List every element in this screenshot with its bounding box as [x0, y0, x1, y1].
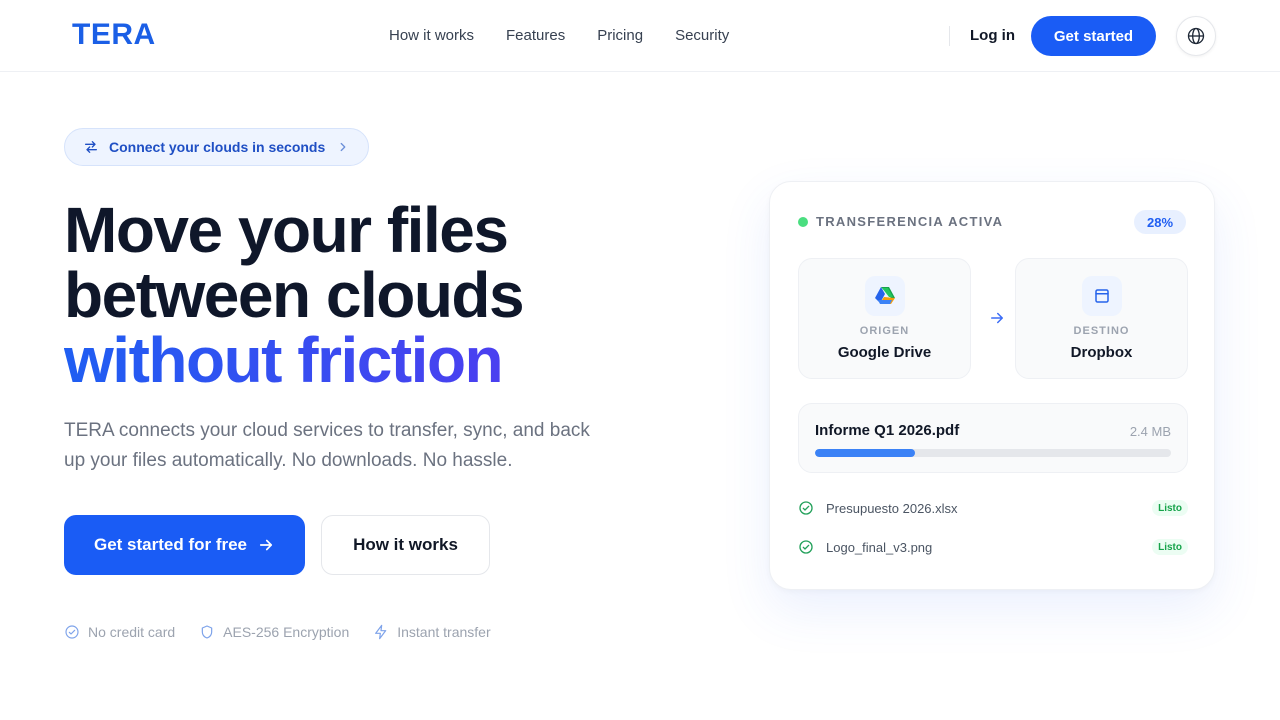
transfer-card: TRANSFERENCIA ACTIVA 28% ORIGEN Google D…: [769, 181, 1215, 590]
lightning-icon: [375, 624, 387, 640]
check-circle-icon: [65, 625, 79, 639]
destination-label: DESTINO: [1073, 325, 1130, 337]
status-badge: Listo: [1152, 500, 1188, 516]
nav-features[interactable]: Features: [506, 27, 565, 44]
progress-bar-fill: [815, 449, 915, 457]
check-circle-icon: [799, 501, 813, 515]
hero-subtitle: TERA connects your cloud services to tra…: [64, 420, 590, 471]
current-file: Informe Q1 2026.pdf 2.4 MB: [798, 403, 1188, 473]
destination-name: Dropbox: [1070, 344, 1133, 361]
site-header: TERA How it works Features Pricing Secur…: [0, 0, 1280, 72]
main-nav: How it works Features Pricing Security: [389, 27, 729, 44]
announcement-pill[interactable]: Connect your clouds in seconds: [64, 128, 369, 166]
swap-arrows-icon: [85, 141, 97, 153]
hero-title: Move your files between clouds without f…: [64, 198, 525, 396]
source-name: Google Drive: [837, 344, 932, 361]
destination-service: DESTINO Dropbox: [1015, 258, 1188, 379]
completed-file-name: Presupuesto 2026.xlsx: [826, 501, 958, 516]
get-started-free-button[interactable]: Get started for free: [64, 515, 305, 575]
hero-title-line1: Move your files: [64, 194, 509, 266]
source-service: ORIGEN Google Drive: [798, 258, 971, 379]
transfer-status: TRANSFERENCIA ACTIVA: [816, 214, 1004, 229]
current-file-name: Informe Q1 2026.pdf: [815, 422, 960, 439]
globe-icon: [1187, 27, 1205, 45]
announcement-text: Connect your clouds in seconds: [109, 139, 326, 155]
nav-pricing[interactable]: Pricing: [597, 27, 643, 44]
nav-security[interactable]: Security: [675, 27, 729, 44]
feature-label: AES-256 Encryption: [223, 624, 350, 640]
logo[interactable]: TERA: [72, 18, 156, 52]
dropbox-icon: [1082, 276, 1122, 316]
current-file-size: 2.4 MB: [1129, 424, 1171, 439]
language-button[interactable]: [1176, 16, 1216, 56]
feature-label: No credit card: [88, 624, 176, 640]
status-badge: Listo: [1152, 539, 1188, 555]
transfer-status-bar: TRANSFERENCIA ACTIVA 28%: [798, 210, 1186, 234]
arrow-right-icon: [259, 539, 273, 551]
how-it-works-button[interactable]: How it works: [321, 515, 490, 575]
feature-encryption: AES-256 Encryption: [199, 624, 349, 640]
source-label: ORIGEN: [859, 325, 910, 337]
check-circle-icon: [799, 540, 813, 554]
completed-file-row: Presupuesto 2026.xlsx Listo: [798, 498, 1188, 518]
active-status-dot: [798, 217, 808, 227]
header-divider: [949, 26, 950, 46]
shield-icon: [201, 625, 213, 639]
feature-label: Instant transfer: [397, 624, 491, 640]
get-started-free-label: Get started for free: [93, 535, 248, 554]
get-started-button[interactable]: Get started: [1031, 16, 1156, 56]
feature-instant-transfer: Instant transfer: [373, 624, 491, 640]
hero-title-line2: between clouds: [64, 259, 525, 331]
feature-list: No credit card AES-256 Encryption Instan…: [64, 624, 491, 640]
nav-how-it-works[interactable]: How it works: [389, 27, 474, 44]
hero-title-accent: without friction: [64, 324, 504, 396]
progress-percent-badge: 28%: [1134, 210, 1186, 234]
feature-no-credit-card: No credit card: [64, 624, 175, 640]
chevron-right-icon: [340, 142, 346, 152]
login-link[interactable]: Log in: [970, 27, 1015, 44]
transfer-arrow-icon: [991, 312, 1003, 324]
completed-file-name: Logo_final_v3.png: [826, 540, 933, 555]
google-drive-icon: [865, 276, 905, 316]
completed-file-row: Logo_final_v3.png Listo: [798, 537, 1188, 557]
progress-bar: [815, 449, 1171, 457]
